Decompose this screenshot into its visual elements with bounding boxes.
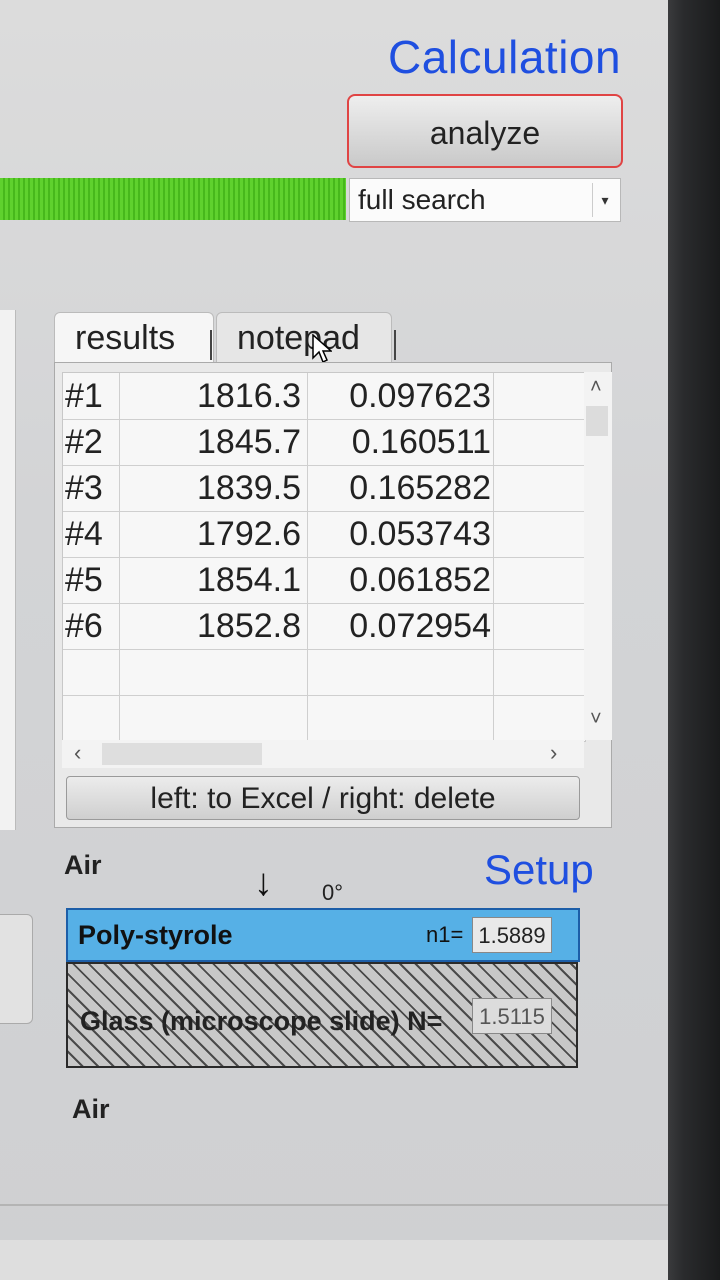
table-row[interactable]: #6 1852.8 0.072954 [63,603,585,650]
row-value-a: 1852.8 [197,607,301,645]
ambient-medium-bottom: Air [72,1094,110,1124]
layer-name: Glass (microscope slide) N= [80,1006,443,1036]
analyze-button[interactable]: analyze [347,94,623,168]
table-row-empty [63,695,585,741]
refractive-index-field[interactable]: 1.5115 [472,998,552,1034]
table-row[interactable]: #3 1839.5 0.165282 [63,465,585,512]
tab-notepad[interactable]: notepad [216,312,392,362]
column-divider [493,373,494,741]
calculation-title: Calculation [388,31,622,83]
monitor-bezel [668,0,720,1280]
chevron-down-icon[interactable]: ▾ [592,183,617,217]
table-row[interactable]: #1 1816.3 0.097623 [63,373,585,420]
left-panel-edge [0,310,16,830]
row-value-a: 1854.1 [197,561,301,599]
row-value-a: 1816.3 [197,377,301,415]
left-button-edge[interactable] [0,914,33,1024]
row-value-b: 0.072954 [349,607,491,645]
search-mode-select[interactable]: full search ▾ [349,178,621,222]
tab-divider [210,330,212,360]
table-row-empty [63,649,585,696]
status-strip [0,1240,668,1280]
row-id: #5 [65,561,103,599]
row-value-b: 0.165282 [349,469,491,507]
row-value-a: 1792.6 [197,515,301,553]
results-table: #1 1816.3 0.097623 #2 1845.7 0.160511 #3… [62,372,586,742]
tab-results[interactable]: results [54,312,214,362]
row-id: #6 [65,607,103,645]
layer-name: Poly-styrole [78,920,233,950]
incidence-angle: 0° [322,880,344,905]
row-value-b: 0.097623 [349,377,491,415]
export-excel-button[interactable]: left: to Excel / right: delete [66,776,580,820]
ambient-medium-top: Air [64,850,102,880]
table-row[interactable]: #5 1854.1 0.061852 [63,557,585,604]
row-value-a: 1839.5 [197,469,301,507]
chevron-right-icon[interactable]: › [550,740,557,766]
setup-title: Setup [484,846,594,893]
column-divider [307,373,308,741]
tab-divider [394,330,396,360]
row-id: #3 [65,469,103,507]
row-value-b: 0.160511 [351,423,491,461]
mouse-cursor-icon [312,334,332,364]
row-id: #4 [65,515,103,553]
row-value-a: 1845.7 [197,423,301,461]
table-row[interactable]: #4 1792.6 0.053743 [63,511,585,558]
scrollbar-thumb[interactable] [102,743,262,765]
row-id: #2 [65,423,103,461]
row-value-b: 0.053743 [349,515,491,553]
arrow-down-icon: ↓ [254,862,273,904]
search-mode-value: full search [358,184,486,215]
chevron-down-icon[interactable]: ˅ [590,708,602,731]
chevron-left-icon[interactable]: ‹ [74,740,81,766]
chevron-up-icon[interactable]: ˄ [590,376,602,399]
layer-substrate-glass[interactable]: Glass (microscope slide) N= 1.5115 [66,962,578,1068]
row-id: #1 [65,377,103,415]
refractive-index-field[interactable]: 1.5889 [472,917,552,953]
progress-bar [0,178,346,220]
table-row[interactable]: #2 1845.7 0.160511 [63,419,585,466]
divider [0,1204,668,1206]
row-value-b: 0.061852 [349,561,491,599]
refractive-index-label: n1= [426,922,464,947]
app-screen: Calculation analyze full search ▾ result… [0,0,668,1280]
vertical-scrollbar[interactable]: ˄ ˅ [584,372,612,740]
scrollbar-thumb[interactable] [586,406,608,436]
horizontal-scrollbar[interactable]: ‹ › [62,740,584,768]
column-divider [119,373,120,741]
layer-poly-styrole[interactable]: Poly-styrole n1= 1.5889 [66,908,580,962]
